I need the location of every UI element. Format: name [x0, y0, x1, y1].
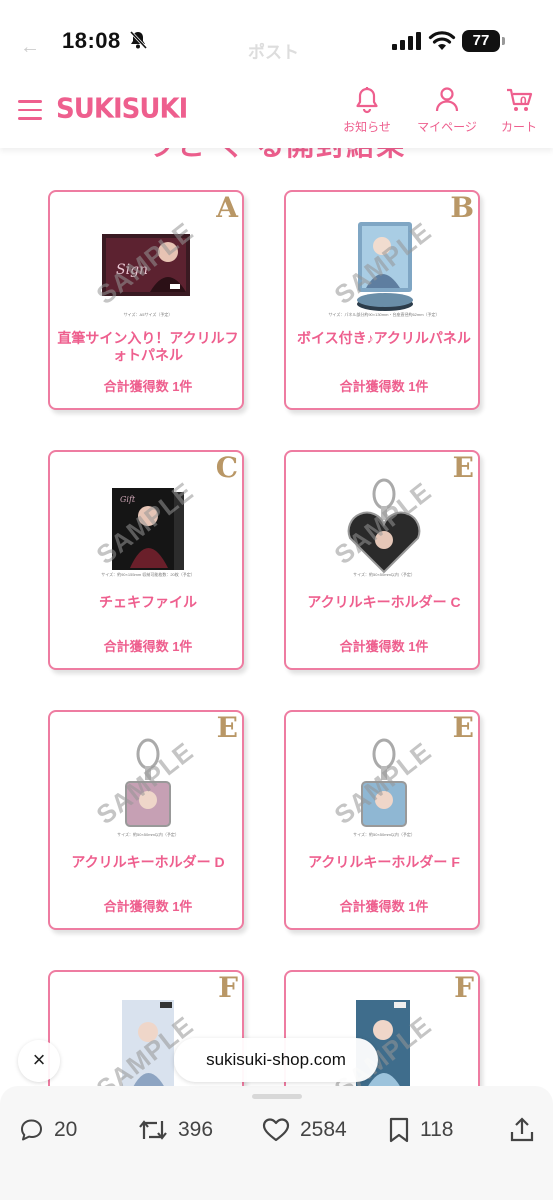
item-count: 合計獲得数 1件 [103, 379, 193, 394]
retweet-count: 396 [178, 1118, 214, 1141]
cart-count-badge: 0 [520, 94, 527, 108]
post-title: ポスト [248, 43, 299, 62]
clock: 18:08 [62, 28, 121, 53]
item-size-caption: サイズ：パネル部分約90×130mm・台座直径約62mm（予定） [328, 312, 440, 317]
retweet-button[interactable]: 396 [138, 1116, 213, 1144]
status-bar: ← ポスト 18:08 77 [0, 0, 553, 80]
post-action-bar: 20 396 2584 118 [0, 1086, 553, 1200]
prize-card-c[interactable]: C Gift SAMPLE サイズ：約90×155mm 収納可能枚数：20枚（予… [48, 450, 244, 670]
prize-card-e-keyholder-c[interactable]: E SAMPLE サイズ：約50×50mm以内（予定） アクリルキーホルダー C… [284, 450, 480, 670]
item-name: チェキファイル [99, 594, 197, 610]
back-arrow-icon[interactable]: ← [20, 36, 40, 59]
screen: ← ポスト 18:08 77 SUKISUKI お知らせ マイページ 0 カート… [0, 0, 553, 1200]
cart-icon [507, 88, 533, 111]
prize-card-e-keyholder-d[interactable]: E SAMPLE サイズ：約50×50mm以内（予定） アクリルキーホルダー D… [48, 710, 244, 930]
site-header: SUKISUKI お知らせ マイページ 0 カート [0, 80, 553, 148]
like-count: 2584 [300, 1118, 347, 1141]
item-size-caption: サイズ：約50×50mm以内（予定） [353, 832, 415, 837]
user-icon [435, 87, 459, 112]
nav-notifications[interactable]: お知らせ [332, 86, 402, 135]
nav-mypage-label: マイページ [417, 120, 477, 134]
share-button[interactable] [510, 1116, 544, 1144]
svg-text:Gift: Gift [120, 495, 136, 504]
prize-card-a[interactable]: A Sign SAMPLE サイズ：A5サイズ（予定） 直筆サイン入り！アクリル… [48, 190, 244, 410]
heart-icon [262, 1118, 290, 1142]
item-count: 合計獲得数 1件 [339, 639, 429, 654]
prize-card-b[interactable]: B SAMPLE サイズ：パネル部分約90×130mm・台座直径約62mm（予定… [284, 190, 480, 410]
bell-off-icon [129, 30, 148, 50]
prize-card-e-keyholder-f[interactable]: E SAMPLE サイズ：約50×50mm以内（予定） アクリルキーホルダー F… [284, 710, 480, 930]
bookmark-count: 118 [420, 1118, 454, 1141]
item-name: アクリルキーホルダー C [307, 594, 461, 610]
menu-icon[interactable] [18, 100, 42, 122]
reply-icon [21, 1119, 42, 1141]
item-size-caption: サイズ：約50×50mm以内（予定） [117, 832, 179, 837]
item-name: アクリルキーホルダー D [71, 854, 225, 870]
item-count: 合計獲得数 1件 [339, 379, 429, 394]
item-count: 合計獲得数 1件 [103, 639, 193, 654]
item-count: 合計獲得数 1件 [103, 899, 193, 914]
battery-icon: 77 [462, 30, 500, 52]
reply-button[interactable]: 20 [18, 1116, 77, 1144]
nav-mypage[interactable]: マイページ [412, 86, 482, 135]
nav-cart-label: カート [500, 120, 537, 134]
bell-icon [356, 87, 378, 114]
item-name: アクリルキーホルダー F [308, 854, 460, 870]
bookmark-button[interactable]: 118 [388, 1116, 453, 1144]
share-icon [510, 1117, 534, 1142]
signal-icon [392, 32, 421, 50]
item-size-caption: サイズ：約90×155mm 収納可能枚数：20枚（予定） [101, 572, 195, 577]
nav-notifications-label: お知らせ [343, 120, 391, 134]
item-size-caption: サイズ：A5サイズ（予定） [123, 312, 173, 317]
sheet-grabber[interactable] [252, 1094, 302, 1099]
retweet-icon [139, 1120, 167, 1140]
wifi-icon [428, 31, 456, 50]
link-domain-chip[interactable]: sukisuki-shop.com [174, 1038, 378, 1082]
bookmark-icon [389, 1117, 409, 1143]
site-logo[interactable]: SUKISUKI [56, 93, 188, 125]
nav-cart[interactable]: 0 カート [484, 86, 553, 135]
reply-count: 20 [54, 1118, 78, 1141]
close-link-preview-button[interactable]: × [18, 1040, 60, 1082]
item-name: 直筆サイン入り！アクリルフォトパネル [57, 330, 239, 363]
item-count: 合計獲得数 1件 [339, 899, 429, 914]
item-size-caption: サイズ：約50×50mm以内（予定） [353, 572, 415, 577]
item-name: ボイス付き♪アクリルパネル [297, 330, 471, 346]
battery-tip [502, 37, 505, 45]
like-button[interactable]: 2584 [262, 1116, 347, 1144]
